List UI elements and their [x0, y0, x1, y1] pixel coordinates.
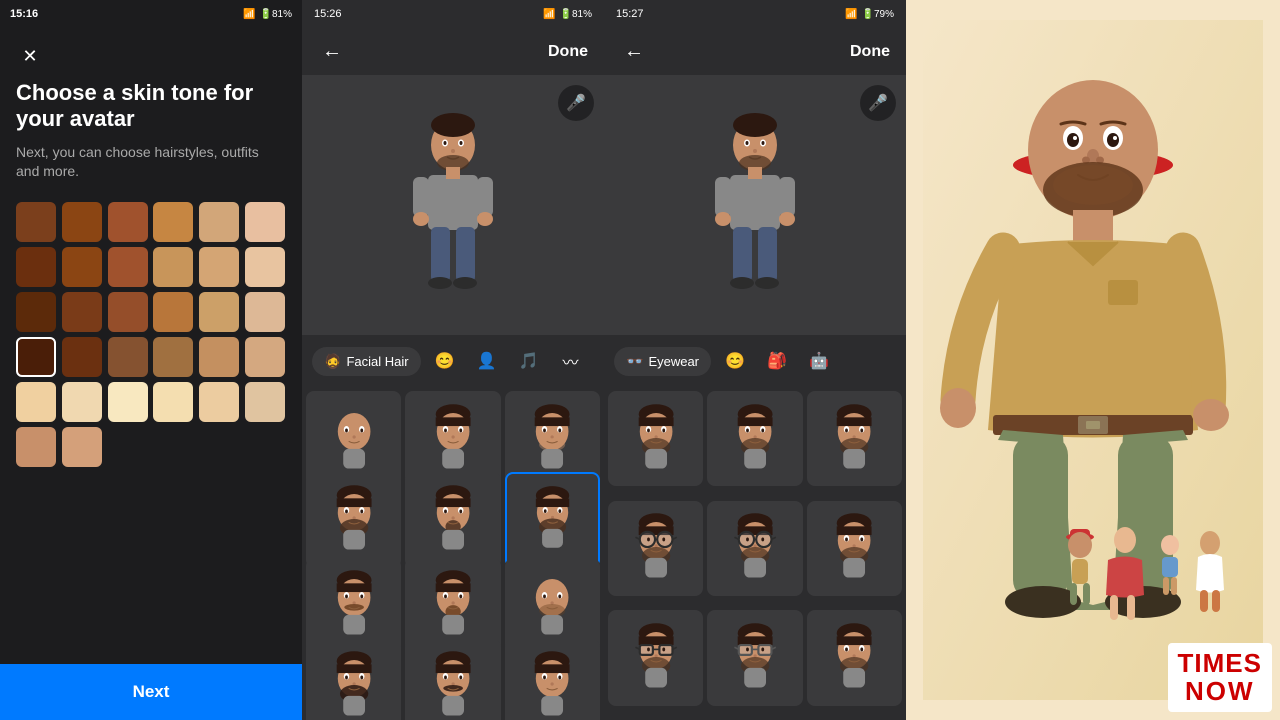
skin-swatch-0[interactable] [16, 202, 56, 242]
facial-hair-grid [302, 387, 604, 720]
brand-times: TIMES [1178, 649, 1262, 678]
skin-swatch-25[interactable] [62, 382, 102, 422]
skin-swatch-2[interactable] [108, 202, 148, 242]
status-icons-1: 📶 🔋81% [243, 9, 292, 20]
skin-swatch-24[interactable] [16, 382, 56, 422]
time-display-1: 15:16 [10, 8, 38, 20]
time-display-3: 15:27 [616, 8, 644, 20]
eyewear-item-7[interactable] [707, 610, 802, 705]
avatar-preview-3: 🎤 [604, 75, 906, 335]
status-bar-1: 15:16 📶 🔋81% [0, 0, 302, 28]
panel-header-3: ← Done [604, 28, 906, 75]
skin-swatch-27[interactable] [153, 382, 193, 422]
eyewear-icon: 👓 [626, 353, 643, 370]
avatar-preview-2: 🎤 [302, 75, 604, 335]
brand-now: NOW [1178, 677, 1262, 706]
skin-swatch-31[interactable] [62, 427, 102, 467]
avatar-figure-3 [705, 105, 805, 305]
skin-content: ✕ Choose a skin tone for your avatar Nex… [0, 28, 302, 720]
category-tabs-2: 🧔 Facial Hair 😊 👤 🎵 〰 [302, 335, 604, 387]
skin-swatch-21[interactable] [153, 337, 193, 377]
eyewear-grid [604, 387, 906, 720]
extra-tab-2[interactable]: 〰 [553, 343, 589, 379]
skin-swatch-10[interactable] [199, 247, 239, 287]
category-tabs-3: 👓 Eyewear 😊 🎒 🤖 [604, 335, 906, 387]
skin-swatch-30[interactable] [16, 427, 56, 467]
face-tab-3[interactable]: 😊 [717, 343, 753, 379]
facial-hair-item-11[interactable] [505, 639, 600, 720]
eyewear-item-0[interactable] [608, 391, 703, 486]
eyewear-tab[interactable]: 👓 Eyewear [614, 347, 711, 376]
skin-swatch-6[interactable] [16, 247, 56, 287]
skin-title: Choose a skin tone for your avatar [16, 80, 286, 133]
facial-hair-item-3[interactable] [306, 472, 401, 567]
skin-swatch-7[interactable] [62, 247, 102, 287]
facial-hair-item-4[interactable] [405, 472, 500, 567]
skin-swatch-29[interactable] [245, 382, 285, 422]
status-bar-3: 15:27 📶 🔋79% [604, 0, 906, 28]
skin-swatch-19[interactable] [62, 337, 102, 377]
color-grid [16, 202, 286, 467]
skin-tone-panel: 15:16 📶 🔋81% ✕ Choose a skin tone for yo… [0, 0, 302, 720]
skin-swatch-8[interactable] [108, 247, 148, 287]
mic-button-2[interactable]: 🎤 [558, 85, 594, 121]
skin-swatch-14[interactable] [108, 292, 148, 332]
music-tab-2[interactable]: 🎵 [511, 343, 547, 379]
facial-hair-item-9[interactable] [306, 639, 401, 720]
eyewear-item-2[interactable] [807, 391, 902, 486]
skin-swatch-9[interactable] [153, 247, 193, 287]
skin-swatch-26[interactable] [108, 382, 148, 422]
skin-swatch-23[interactable] [245, 337, 285, 377]
skin-swatch-20[interactable] [108, 337, 148, 377]
skin-swatch-16[interactable] [199, 292, 239, 332]
time-display-2: 15:26 [314, 8, 342, 20]
done-button-3[interactable]: Done [850, 43, 890, 61]
eyewear-item-3[interactable] [608, 501, 703, 596]
skin-swatch-3[interactable] [153, 202, 193, 242]
mini-characters [1050, 515, 1230, 640]
skin-swatch-11[interactable] [245, 247, 285, 287]
skin-swatch-1[interactable] [62, 202, 102, 242]
skin-swatch-5[interactable] [245, 202, 285, 242]
skin-swatch-15[interactable] [153, 292, 193, 332]
skin-swatch-18[interactable] [16, 337, 56, 377]
done-button-2[interactable]: Done [548, 43, 588, 61]
eyewear-item-6[interactable] [608, 610, 703, 705]
eyewear-item-5[interactable] [807, 501, 902, 596]
face-tab-2[interactable]: 😊 [427, 343, 463, 379]
body-tab-3[interactable]: 🎒 [759, 343, 795, 379]
status-bar-2: 15:26 📶 🔋81% [302, 0, 604, 28]
times-now-logo: TIMES NOW [1168, 643, 1272, 712]
skin-swatch-22[interactable] [199, 337, 239, 377]
mic-button-3[interactable]: 🎤 [860, 85, 896, 121]
skin-subtitle: Next, you can choose hairstyles, outfits… [16, 143, 286, 182]
eyewear-item-4[interactable] [707, 501, 802, 596]
skin-swatch-4[interactable] [199, 202, 239, 242]
facial-hair-panel: 15:26 📶 🔋81% ← Done [302, 0, 604, 720]
status-icons-3: 📶 🔋79% [845, 9, 894, 20]
eyewear-item-1[interactable] [707, 391, 802, 486]
next-button[interactable]: Next [0, 664, 302, 720]
facial-hair-tab[interactable]: 🧔 Facial Hair [312, 347, 421, 376]
facial-hair-item-10[interactable] [405, 639, 500, 720]
back-button-3[interactable]: ← [620, 36, 648, 67]
avatar-figure-2 [403, 105, 503, 305]
mini-chars-svg [1050, 515, 1230, 635]
facial-hair-item-5[interactable] [505, 472, 600, 567]
eyewear-panel: 15:27 📶 🔋79% ← Done [604, 0, 906, 720]
body-tab-2[interactable]: 👤 [469, 343, 505, 379]
status-icons-2: 📶 🔋81% [543, 9, 592, 20]
panel-header-2: ← Done [302, 28, 604, 75]
skin-swatch-28[interactable] [199, 382, 239, 422]
close-button[interactable]: ✕ [16, 42, 44, 70]
back-button-2[interactable]: ← [318, 36, 346, 67]
showcase-panel: TIMES NOW [906, 0, 1280, 720]
extra-tab-3[interactable]: 🤖 [801, 343, 837, 379]
skin-swatch-12[interactable] [16, 292, 56, 332]
skin-swatch-17[interactable] [245, 292, 285, 332]
eyewear-item-8[interactable] [807, 610, 902, 705]
facial-hair-icon: 🧔 [324, 353, 341, 370]
skin-swatch-13[interactable] [62, 292, 102, 332]
